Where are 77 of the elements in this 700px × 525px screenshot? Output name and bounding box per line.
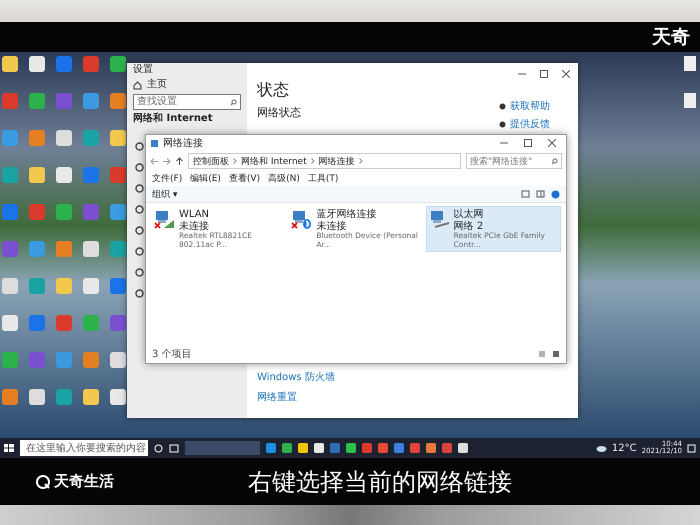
back-arrow-icon[interactable]	[150, 158, 158, 164]
forward-arrow-icon[interactable]	[163, 158, 171, 164]
menu-item[interactable]: 文件(F)	[152, 172, 182, 185]
maximize-button[interactable]	[540, 70, 548, 78]
home-link[interactable]: 主页	[147, 79, 167, 91]
desktop-icon[interactable]	[110, 56, 126, 72]
details-view-icon[interactable]	[538, 350, 546, 358]
breadcrumb-item[interactable]: 网络连接	[318, 154, 355, 168]
breadcrumb-item[interactable]: 网络和 Internet	[241, 154, 307, 168]
page-heading: 状态	[257, 80, 289, 101]
close-button[interactable]	[548, 139, 556, 147]
menu-item[interactable]: 编辑(E)	[190, 172, 221, 185]
up-arrow-icon[interactable]	[176, 157, 183, 165]
preview-pane-icon[interactable]	[536, 190, 545, 198]
maximize-button[interactable]	[524, 139, 532, 147]
brand-logo: 天奇	[652, 25, 690, 50]
organize-button[interactable]: 组织 ▾	[152, 188, 178, 200]
window-title: 网络连接	[163, 136, 203, 150]
nav-icon[interactable]	[135, 268, 144, 277]
nav-icon[interactable]	[135, 142, 144, 151]
window-title: 设置	[133, 64, 154, 76]
section-title: 网络和 Internet	[133, 113, 214, 125]
settings-link[interactable]: 网络重置	[257, 390, 297, 404]
close-button[interactable]	[562, 70, 570, 78]
temperature-text: 12°C	[612, 442, 637, 454]
brand-name: 天奇生活	[54, 472, 114, 491]
subtitle-caption: 右键选择当前的网络链接	[247, 466, 512, 498]
bluetooth-adapter-icon	[291, 209, 314, 229]
notification-icon[interactable]	[687, 444, 696, 452]
help-link[interactable]: 获取帮助	[510, 99, 550, 113]
help-link[interactable]: 提供反馈	[510, 117, 550, 131]
desktop-icon[interactable]	[110, 130, 126, 146]
nav-icon[interactable]	[135, 184, 144, 193]
chevron-icon	[358, 158, 363, 164]
chevron-icon	[310, 158, 315, 164]
task-view-icon[interactable]	[169, 444, 179, 452]
desktop-icon[interactable]	[83, 241, 99, 257]
desktop-icon[interactable]	[110, 352, 126, 368]
nav-icon[interactable]	[135, 289, 144, 298]
nav-icon[interactable]	[135, 247, 144, 256]
link-icon	[499, 102, 506, 110]
desktop-icon[interactable]	[2, 56, 18, 72]
status-bar-text: 3 个项目	[152, 348, 192, 361]
search-field[interactable]: 搜索"网络连接"	[466, 153, 562, 169]
network-folder-icon	[150, 138, 159, 148]
desktop-icon[interactable]	[56, 130, 72, 146]
start-icon[interactable]	[4, 443, 14, 453]
chevron-icon	[233, 158, 237, 164]
link-icon	[499, 120, 506, 128]
wifi-adapter-icon	[154, 209, 176, 229]
desktop-icon[interactable]	[56, 167, 72, 183]
desktop-icon[interactable]	[29, 167, 45, 183]
search-icon[interactable]	[230, 98, 237, 106]
desktop-icon[interactable]	[83, 389, 99, 405]
nav-icon[interactable]	[135, 205, 144, 214]
home-icon[interactable]	[133, 80, 142, 90]
weather-cloud-icon	[596, 444, 607, 452]
nav-icon[interactable]	[135, 226, 144, 235]
menu-item[interactable]: 查看(V)	[228, 172, 260, 185]
menu-item[interactable]: 高级(N)	[268, 172, 300, 185]
large-icons-view-icon[interactable]	[552, 350, 560, 358]
cortana-icon[interactable]	[154, 444, 163, 452]
ethernet-adapter-icon	[428, 209, 451, 229]
taskbar-search-field[interactable]: 在这里输入你要搜索的内容	[20, 440, 148, 456]
nav-icon[interactable]	[135, 163, 144, 172]
menu-item[interactable]: 工具(T)	[308, 172, 338, 185]
desktop-icon[interactable]	[29, 56, 45, 72]
desktop-icon[interactable]	[29, 389, 45, 405]
search-field[interactable]: 查找设置	[133, 94, 241, 110]
section-heading: 网络状态	[257, 105, 301, 120]
help-icon[interactable]	[551, 190, 560, 198]
breadcrumb-item[interactable]: 控制面板	[193, 154, 229, 168]
settings-link[interactable]: Windows 防火墙	[257, 370, 335, 384]
search-icon[interactable]	[551, 158, 558, 164]
brand-logo-icon	[36, 474, 50, 488]
view-options-icon[interactable]	[521, 190, 530, 198]
desktop-icon[interactable]	[110, 389, 126, 405]
